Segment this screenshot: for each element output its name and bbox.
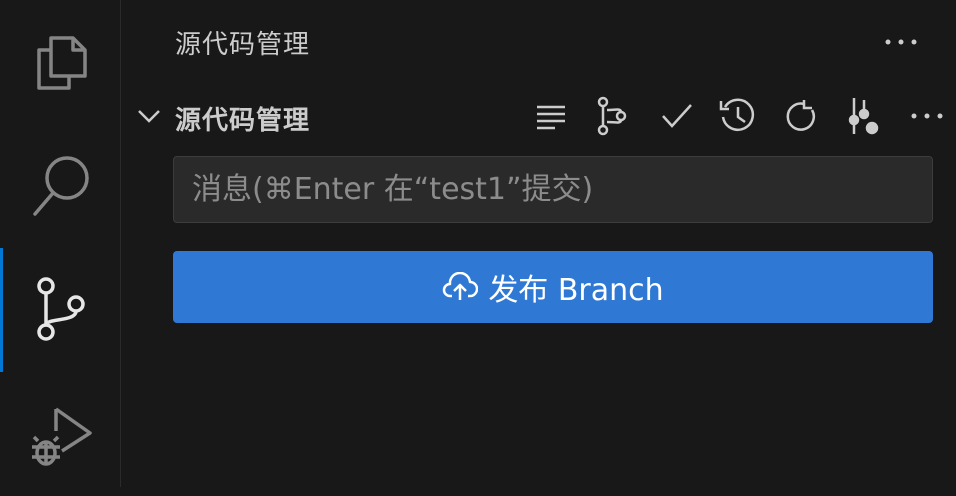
cloud-upload-icon — [443, 272, 479, 300]
files-icon — [36, 36, 87, 90]
source-control-section-header[interactable]: 源代码管理 — [121, 96, 956, 142]
commit-button[interactable] — [657, 96, 697, 136]
search-icon — [32, 156, 89, 216]
search-tab[interactable] — [0, 124, 121, 248]
branch-icon — [848, 98, 879, 135]
source-control-sidebar: 源代码管理 源代码管理 消息(⌘Enter 在“test1”提交) 发布 Bra… — [121, 0, 956, 487]
branch-button[interactable] — [843, 96, 883, 136]
ellipsis-icon — [885, 39, 917, 45]
source-control-tab[interactable] — [0, 248, 121, 372]
graph-icon — [597, 96, 627, 136]
activity-bar — [0, 0, 121, 487]
commit-message-input[interactable] — [173, 156, 933, 223]
graph-button[interactable] — [592, 96, 632, 136]
section-more-button[interactable] — [907, 96, 947, 136]
check-icon — [662, 104, 692, 128]
chevron-down-icon[interactable] — [137, 108, 161, 124]
ellipsis-icon — [911, 113, 943, 119]
refresh-button[interactable] — [781, 96, 821, 136]
history-button[interactable] — [718, 96, 758, 136]
run-debug-icon — [31, 407, 92, 466]
section-title: 源代码管理 — [175, 106, 311, 136]
explorer-tab[interactable] — [0, 0, 121, 124]
history-icon — [719, 98, 755, 131]
sidebar-title: 源代码管理 — [175, 30, 311, 60]
refresh-icon — [786, 100, 816, 131]
more-actions-button[interactable] — [881, 22, 921, 62]
publish-branch-label: 发布 Branch — [488, 273, 664, 308]
list-icon — [537, 105, 565, 130]
run-debug-tab[interactable] — [0, 372, 121, 496]
publish-branch-button[interactable]: 发布 Branch — [173, 251, 933, 323]
source-control-icon — [36, 277, 85, 341]
view-as-list-button[interactable] — [531, 96, 571, 136]
